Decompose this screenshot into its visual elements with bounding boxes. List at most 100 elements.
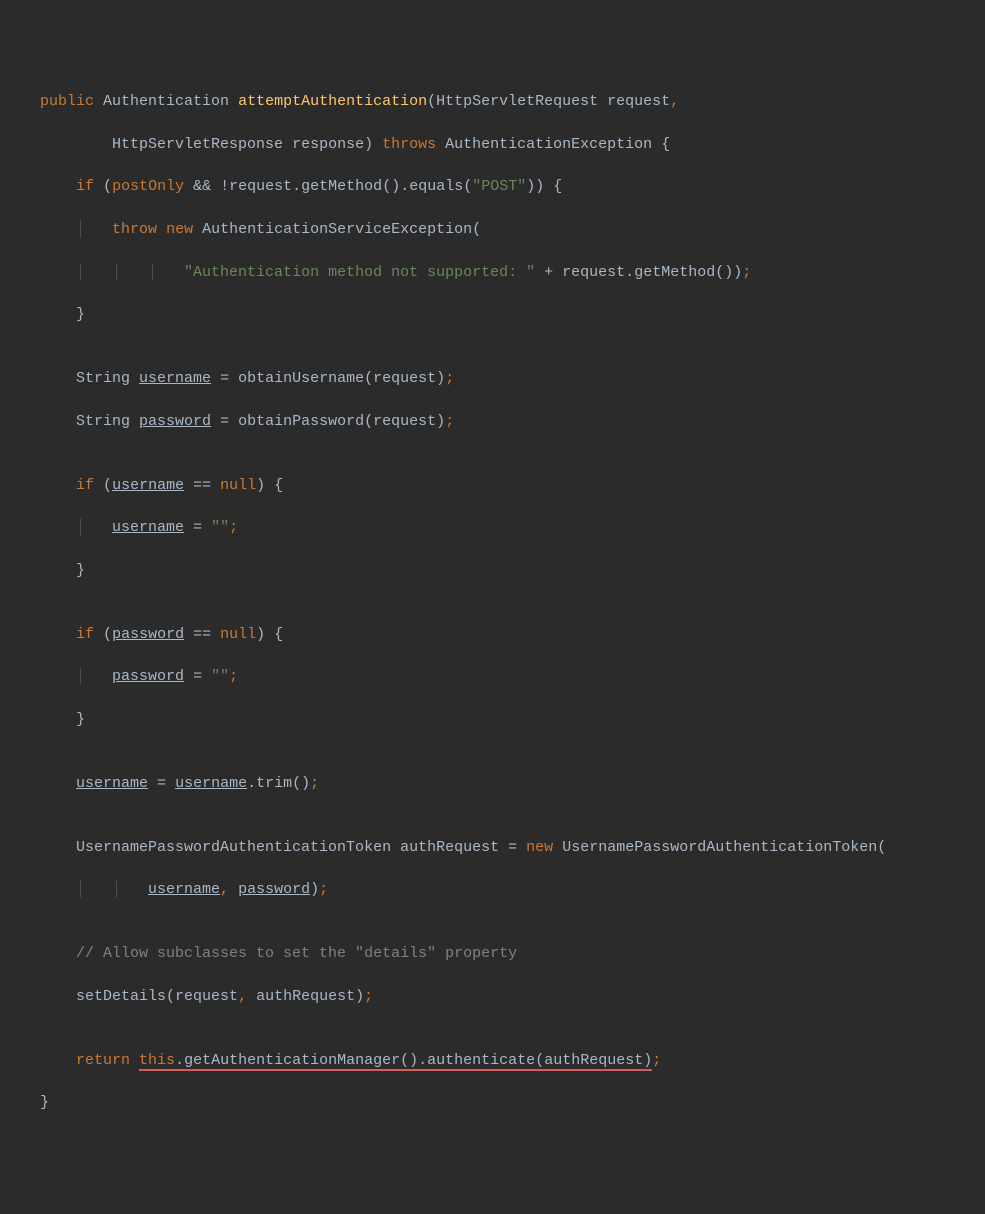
code-line: │ │ username, password);	[40, 879, 985, 900]
comma: ,	[670, 93, 679, 110]
type-httpservletrequest: HttpServletRequest	[436, 93, 598, 110]
comma: ,	[220, 881, 229, 898]
var-request: request	[373, 413, 436, 430]
type-exception: AuthenticationException	[445, 136, 652, 153]
code-line: HttpServletResponse response) throws Aut…	[40, 134, 985, 155]
semicolon: ;	[445, 413, 454, 430]
paren: (	[463, 178, 472, 195]
code-line: return this.getAuthenticationManager().a…	[40, 1050, 985, 1071]
paren: (	[103, 626, 112, 643]
type-authentication: Authentication	[103, 93, 229, 110]
dot: .	[175, 1052, 184, 1069]
op-and: &&	[193, 178, 211, 195]
var-password: password	[139, 413, 211, 430]
method-obtainusername: obtainUsername	[238, 370, 364, 387]
keyword-if: if	[76, 626, 94, 643]
parens: ()	[400, 1052, 418, 1069]
code-line: │ throw new AuthenticationServiceExcepti…	[40, 219, 985, 240]
code-line: setDetails(request, authRequest);	[40, 986, 985, 1007]
keyword-new: new	[166, 221, 193, 238]
indent-guide: │	[76, 519, 112, 536]
keyword-new: new	[526, 839, 553, 856]
indent-guide: │ │	[76, 881, 148, 898]
var-authrequest: authRequest	[400, 839, 499, 856]
code-line: UsernamePasswordAuthenticationToken auth…	[40, 837, 985, 858]
code-line: }	[40, 304, 985, 325]
semicolon: ;	[364, 988, 373, 1005]
dot: .	[400, 178, 409, 195]
paren: )	[364, 136, 373, 153]
semicolon: ;	[652, 1052, 661, 1069]
op-plus: +	[544, 264, 553, 281]
keyword-return: return	[76, 1052, 130, 1069]
close: )	[310, 881, 319, 898]
brace: }	[76, 711, 85, 728]
code-line: }	[40, 1092, 985, 1113]
type-upat: UsernamePasswordAuthenticationToken	[562, 839, 877, 856]
dot: .	[247, 775, 256, 792]
method-authenticate: authenticate	[427, 1052, 535, 1069]
var-username: username	[112, 519, 184, 536]
keyword-this: this	[139, 1052, 175, 1069]
close: )	[355, 988, 364, 1005]
brace: {	[661, 136, 670, 153]
keyword-if: if	[76, 178, 94, 195]
var-authrequest: authRequest	[256, 988, 355, 1005]
string-msg: "Authentication method not supported: "	[184, 264, 535, 281]
method-getmethod: getMethod	[301, 178, 382, 195]
semicolon: ;	[319, 881, 328, 898]
var-password: password	[112, 668, 184, 685]
op-eq: =	[157, 775, 166, 792]
semicolon: ;	[445, 370, 454, 387]
brace: }	[76, 306, 85, 323]
var-username: username	[139, 370, 211, 387]
comma: ,	[238, 988, 247, 1005]
type-string: String	[76, 370, 130, 387]
code-editor[interactable]: public Authentication attemptAuthenticat…	[40, 91, 985, 1113]
code-line: String password = obtainPassword(request…	[40, 411, 985, 432]
indent-guide: │	[76, 221, 112, 238]
var-username: username	[112, 477, 184, 494]
comment: // Allow subclasses to set the "details"…	[76, 945, 517, 962]
method-trim: trim	[256, 775, 292, 792]
method-equals: equals	[409, 178, 463, 195]
var-request: request	[175, 988, 238, 1005]
code-line: }	[40, 560, 985, 581]
brace: {	[274, 477, 283, 494]
method-obtainpassword: obtainPassword	[238, 413, 364, 430]
paren: (	[364, 370, 373, 387]
method-setdetails: setDetails	[76, 988, 166, 1005]
paren: (	[103, 477, 112, 494]
type-httpservletresponse: HttpServletResponse	[112, 136, 283, 153]
op-not: !	[220, 178, 229, 195]
keyword-null: null	[220, 626, 256, 643]
op-eq: ==	[193, 626, 211, 643]
code-line: if (password == null) {	[40, 624, 985, 645]
dot: .	[418, 1052, 427, 1069]
paren: (	[472, 221, 481, 238]
brace: {	[274, 626, 283, 643]
var-username: username	[76, 775, 148, 792]
keyword-throws: throws	[382, 136, 436, 153]
paren: (	[877, 839, 886, 856]
type-ase: AuthenticationServiceException	[202, 221, 472, 238]
semicolon: ;	[742, 264, 751, 281]
var-request: request	[373, 370, 436, 387]
code-line: │ username = "";	[40, 517, 985, 538]
close: )	[436, 413, 445, 430]
type-upat: UsernamePasswordAuthenticationToken	[76, 839, 391, 856]
code-line: if (postOnly && !request.getMethod().equ…	[40, 176, 985, 197]
method-name: attemptAuthentication	[238, 93, 427, 110]
op-eq: =	[193, 668, 202, 685]
op-eq: =	[220, 370, 229, 387]
var-authrequest: authRequest	[544, 1052, 643, 1069]
close: ()	[292, 775, 310, 792]
code-line: }	[40, 709, 985, 730]
code-line: public Authentication attemptAuthenticat…	[40, 91, 985, 112]
var-request: request	[562, 264, 625, 281]
param-response: response	[292, 136, 364, 153]
close: )	[256, 477, 265, 494]
close: ())	[715, 264, 742, 281]
keyword-null: null	[220, 477, 256, 494]
brace: }	[40, 1094, 49, 1111]
